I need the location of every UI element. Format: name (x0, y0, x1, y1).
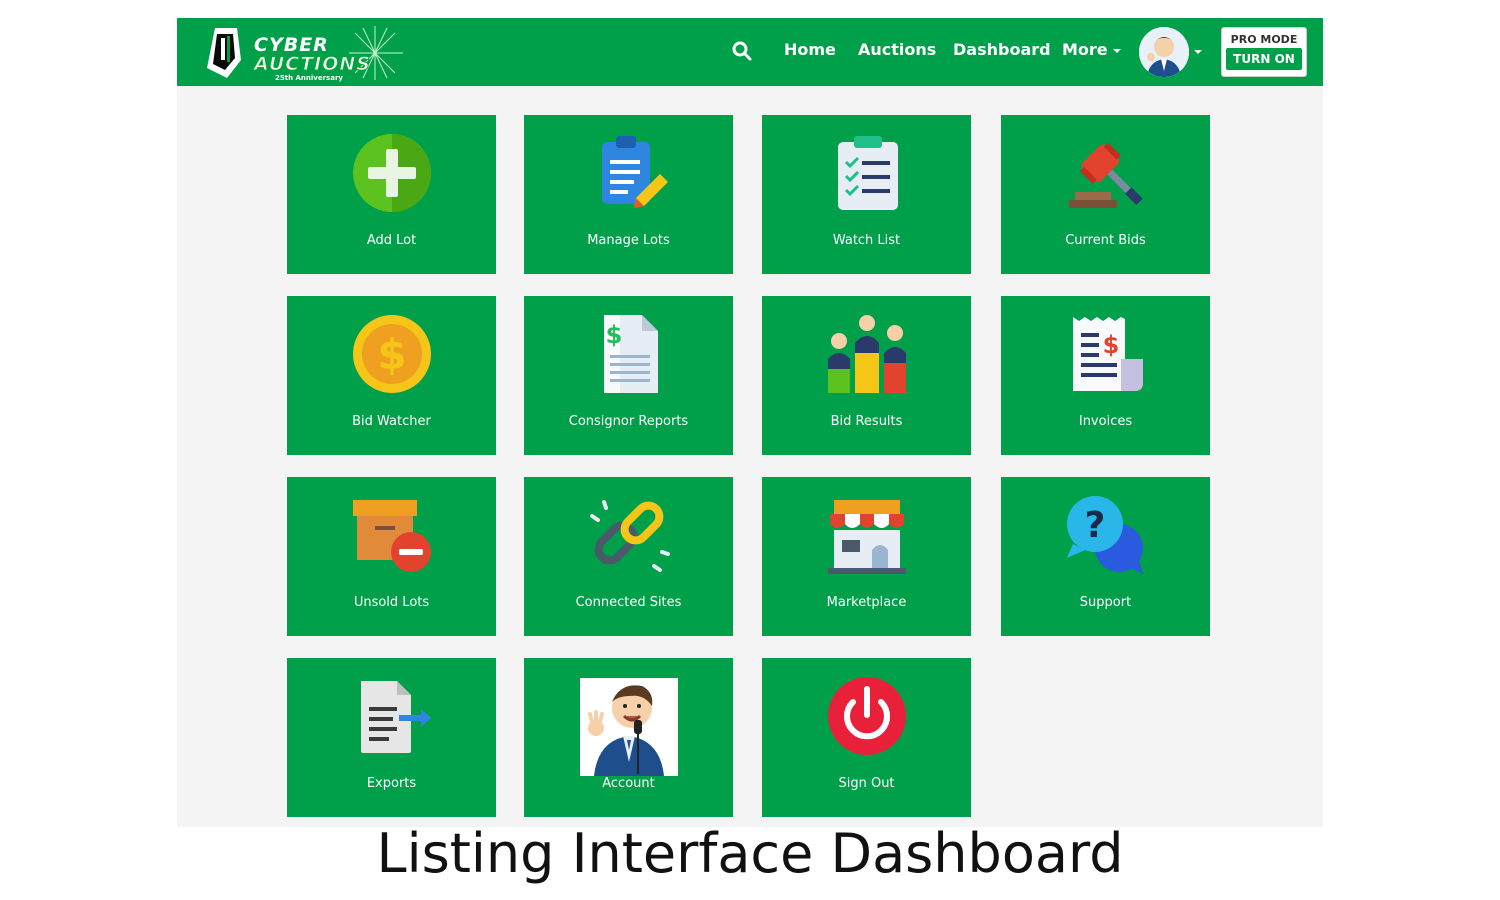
tile-label: Add Lot (366, 233, 417, 248)
brand-tagline: 25th Anniversary (275, 74, 343, 82)
tile-unsold-lots[interactable]: Unsold Lots (287, 477, 496, 636)
chain-link-icon (590, 500, 670, 572)
add-icon (353, 134, 431, 212)
tile-exports[interactable]: Exports (287, 658, 496, 817)
tile-label: Bid Results (830, 414, 903, 429)
tile-marketplace[interactable]: Marketplace (762, 477, 971, 636)
pro-mode-toggle[interactable]: PRO MODE TURN ON (1221, 27, 1307, 77)
tile-label: Exports (366, 776, 417, 791)
tile-manage-lots[interactable]: Manage Lots (524, 115, 733, 274)
brand-name: CYBER AUCTIONS (254, 36, 371, 75)
tile-label: Support (1079, 595, 1132, 610)
svg-text:$: $ (1103, 331, 1120, 359)
brand-name-line2: AUCTIONS (254, 53, 371, 75)
tile-label: Watch List (832, 233, 901, 248)
tile-label: Consignor Reports (568, 414, 689, 429)
svg-text:$: $ (377, 330, 406, 379)
gavel-icon (1069, 142, 1143, 208)
tile-label: Account (602, 776, 655, 791)
pro-mode-label: PRO MODE (1230, 33, 1298, 46)
power-icon (828, 677, 906, 755)
tile-label: Current Bids (1065, 233, 1146, 248)
avatar-chevron-down-icon[interactable] (1194, 50, 1202, 54)
app-frame: CYBER AUCTIONS 25th Anniversary Home Auc… (177, 18, 1323, 827)
dollar-report-icon: $ (604, 315, 658, 393)
brand-logo[interactable]: CYBER AUCTIONS 25th Anniversary (197, 24, 407, 82)
tile-watch-list[interactable]: Watch List (762, 115, 971, 274)
logo-emblem-icon (207, 28, 241, 78)
tile-label: Bid Watcher (352, 414, 431, 429)
pro-mode-turn-on-button[interactable]: TURN ON (1226, 48, 1302, 70)
checklist-icon (838, 136, 898, 210)
tile-label: Sign Out (838, 776, 895, 791)
question-chat-icon: ? (1067, 496, 1143, 574)
image-caption: Listing Interface Dashboard (376, 822, 1124, 885)
invoice-receipt-icon: $ (1073, 317, 1143, 391)
tile-label: Invoices (1078, 414, 1133, 429)
box-minus-icon (353, 500, 431, 572)
user-avatar-icon (1139, 27, 1189, 77)
nav-more-label: More (1062, 40, 1108, 59)
user-avatar[interactable] (1139, 27, 1189, 77)
tile-label: Unsold Lots (353, 595, 430, 610)
tile-label: Connected Sites (575, 595, 682, 610)
tile-consignor-reports[interactable]: $ Consignor Reports (524, 296, 733, 455)
tile-bid-results[interactable]: Bid Results (762, 296, 971, 455)
search-icon (732, 41, 752, 61)
svg-text:$: $ (606, 321, 623, 349)
tile-connected-sites[interactable]: Connected Sites (524, 477, 733, 636)
nav-dashboard[interactable]: Dashboard (953, 40, 1051, 59)
file-export-icon (361, 681, 431, 753)
tile-support[interactable]: ? Support (1001, 477, 1210, 636)
nav-auctions[interactable]: Auctions (858, 40, 936, 59)
tile-bid-watcher[interactable]: $ Bid Watcher (287, 296, 496, 455)
tile-current-bids[interactable]: Current Bids (1001, 115, 1210, 274)
tile-add-lot[interactable]: Add Lot (287, 115, 496, 274)
clipboard-pencil-icon (602, 136, 668, 208)
storefront-icon (828, 500, 906, 574)
nav-home[interactable]: Home (784, 40, 836, 59)
tile-invoices[interactable]: $ Invoices (1001, 296, 1210, 455)
tile-account[interactable]: Account (524, 658, 733, 817)
navbar: CYBER AUCTIONS 25th Anniversary Home Auc… (177, 18, 1323, 86)
tile-sign-out[interactable]: Sign Out (762, 658, 971, 817)
tile-label: Manage Lots (587, 233, 670, 248)
dollar-coin-icon: $ (353, 315, 431, 393)
people-podium-icon (828, 315, 906, 393)
tile-label: Marketplace (826, 595, 907, 610)
search-button[interactable] (730, 39, 754, 63)
nav-more[interactable]: More (1062, 40, 1121, 59)
svg-text:?: ? (1085, 505, 1106, 546)
chevron-down-icon (1112, 48, 1121, 53)
auctioneer-avatar-icon (580, 678, 678, 776)
